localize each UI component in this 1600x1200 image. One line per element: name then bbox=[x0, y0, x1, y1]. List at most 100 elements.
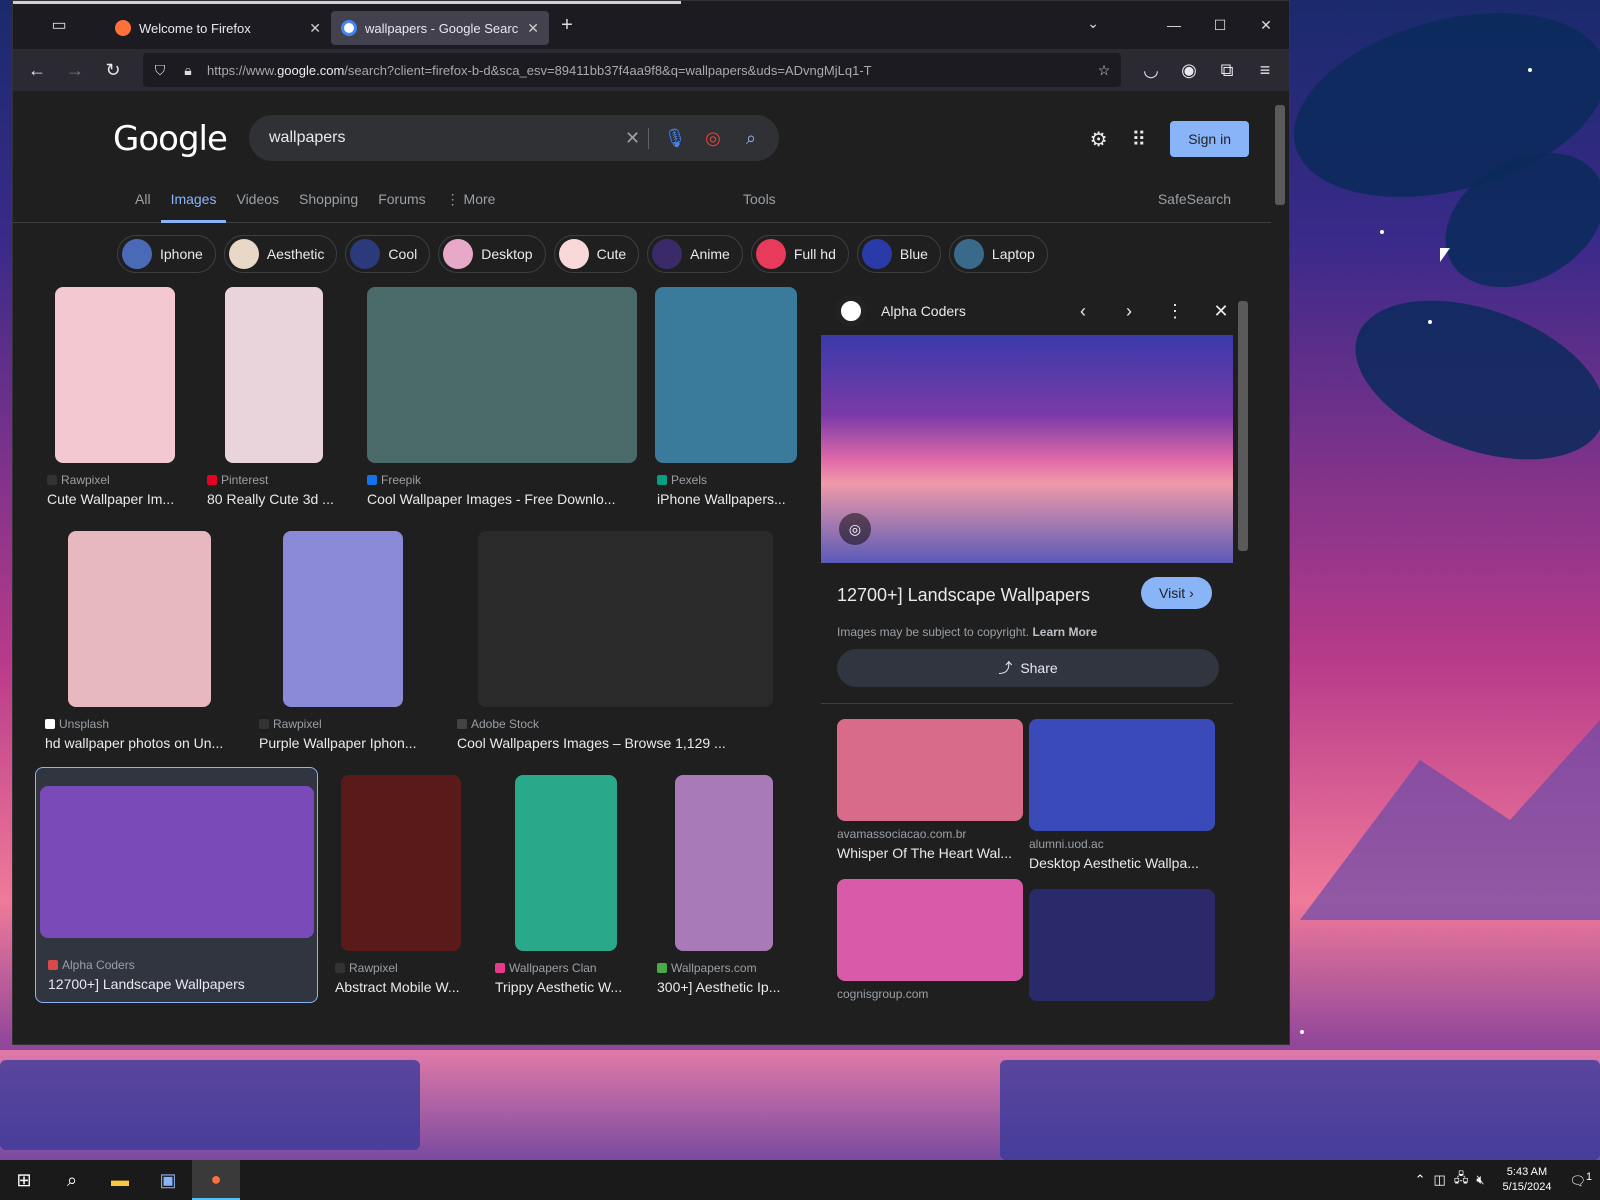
learn-more-link[interactable]: Learn More bbox=[1032, 625, 1097, 639]
image-result[interactable]: Rawpixel Abstract Mobile W... bbox=[331, 775, 481, 1011]
panel-site-name[interactable]: Alpha Coders bbox=[881, 303, 1053, 319]
search-box[interactable]: ✕ 🎙︎ ◎ ⌕ bbox=[249, 115, 779, 161]
search-icon[interactable]: ⌕ bbox=[739, 128, 763, 149]
preview-image[interactable]: ◎ bbox=[821, 335, 1233, 563]
result-source[interactable]: Rawpixel bbox=[335, 961, 398, 975]
tab-more[interactable]: ⋮ More bbox=[436, 183, 506, 223]
forward-arrow-icon[interactable]: → bbox=[59, 54, 91, 86]
close-window-icon[interactable]: ✕ bbox=[1243, 1, 1289, 49]
url-text[interactable]: https://www.google.com/search?client=fir… bbox=[207, 63, 1085, 78]
microphone-icon[interactable]: 🎙︎ bbox=[663, 128, 687, 149]
app-icon[interactable]: ▣ bbox=[144, 1160, 192, 1200]
page-scrollbar-thumb[interactable] bbox=[1275, 105, 1285, 205]
tab-videos[interactable]: Videos bbox=[226, 183, 289, 223]
result-title[interactable]: Trippy Aesthetic W... bbox=[495, 979, 630, 995]
image-result[interactable]: Rawpixel Purple Wallpaper Iphon... bbox=[255, 531, 430, 767]
result-title[interactable]: Cute Wallpaper Im... bbox=[47, 491, 197, 507]
settings-gear-icon[interactable]: ⚙ bbox=[1090, 127, 1108, 152]
close-tab-icon[interactable]: ✕ bbox=[527, 20, 539, 37]
volume-muted-icon[interactable]: 🔇︎ bbox=[1476, 1172, 1484, 1188]
chip-laptop[interactable]: Laptop bbox=[948, 235, 1048, 273]
lock-icon[interactable]: 🔒︎ bbox=[179, 62, 197, 79]
result-source[interactable]: Adobe Stock bbox=[457, 717, 539, 731]
result-source[interactable]: Rawpixel bbox=[47, 473, 110, 487]
tab-images[interactable]: Images bbox=[160, 183, 227, 223]
next-image-icon[interactable]: › bbox=[1113, 301, 1145, 322]
related-source[interactable]: avamassociacao.com.br bbox=[837, 827, 966, 841]
camera-icon[interactable]: ◫ bbox=[1434, 1172, 1446, 1188]
image-result[interactable]: Pexels iPhone Wallpapers... bbox=[653, 287, 798, 523]
chip-aesthetic[interactable]: Aesthetic bbox=[223, 235, 338, 273]
chip-blue[interactable]: Blue bbox=[856, 235, 941, 273]
chip-cool[interactable]: Cool bbox=[345, 235, 431, 273]
result-thumbnail[interactable] bbox=[341, 775, 461, 951]
result-title[interactable]: 300+] Aesthetic Ip... bbox=[657, 979, 792, 995]
result-thumbnail[interactable] bbox=[367, 287, 637, 463]
result-source[interactable]: Rawpixel bbox=[259, 717, 322, 731]
tab-all[interactable]: All bbox=[125, 183, 161, 223]
chip-desktop[interactable]: Desktop bbox=[438, 235, 546, 273]
result-title[interactable]: Purple Wallpaper Iphon... bbox=[259, 735, 434, 751]
account-icon[interactable]: ◉ bbox=[1173, 54, 1205, 86]
minimize-icon[interactable]: — bbox=[1151, 1, 1197, 49]
menu-hamburger-icon[interactable]: ≡ bbox=[1249, 54, 1281, 86]
result-source[interactable]: Pexels bbox=[657, 473, 707, 487]
google-apps-grid-icon[interactable]: ⠿ bbox=[1132, 127, 1147, 152]
tab-forums[interactable]: Forums bbox=[368, 183, 435, 223]
result-thumbnail[interactable] bbox=[515, 775, 617, 951]
result-source[interactable]: Alpha Coders bbox=[48, 958, 135, 972]
related-thumbnail[interactable] bbox=[1029, 719, 1215, 831]
result-thumbnail[interactable] bbox=[655, 287, 797, 463]
page-scrollbar[interactable] bbox=[1271, 91, 1289, 1044]
reload-icon[interactable]: ↻ bbox=[97, 54, 129, 86]
close-panel-icon[interactable]: ✕ bbox=[1205, 301, 1237, 322]
file-explorer-icon[interactable]: ▬ bbox=[96, 1160, 144, 1200]
previous-image-icon[interactable]: ‹ bbox=[1067, 301, 1099, 322]
related-thumbnail[interactable] bbox=[837, 719, 1023, 821]
tab-shopping[interactable]: Shopping bbox=[289, 183, 368, 223]
back-arrow-icon[interactable]: ← bbox=[21, 54, 53, 86]
clear-search-icon[interactable]: ✕ bbox=[625, 127, 649, 149]
chip-iphone[interactable]: Iphone bbox=[117, 235, 216, 273]
result-thumbnail[interactable] bbox=[40, 786, 314, 938]
list-all-tabs-icon[interactable]: ⌄ bbox=[1087, 15, 1099, 32]
image-result[interactable]: Adobe Stock Cool Wallpapers Images – Brow… bbox=[453, 531, 798, 767]
more-options-icon[interactable]: ⋮ bbox=[1159, 301, 1191, 322]
start-windows-icon[interactable]: ⊞ bbox=[0, 1160, 48, 1200]
result-title[interactable]: Cool Wallpapers Images – Browse 1,129 ..… bbox=[457, 735, 757, 751]
result-thumbnail[interactable] bbox=[478, 531, 773, 707]
lens-search-icon[interactable]: ◎ bbox=[839, 513, 871, 545]
result-title[interactable]: Abstract Mobile W... bbox=[335, 979, 470, 995]
result-thumbnail[interactable] bbox=[68, 531, 211, 707]
close-tab-icon[interactable]: ✕ bbox=[309, 20, 321, 37]
tab-wallpapers-google-search[interactable]: wallpapers - Google Search ✕ bbox=[331, 11, 549, 45]
related-source[interactable]: alumni.uod.ac bbox=[1029, 837, 1104, 851]
google-lens-icon[interactable]: ◎ bbox=[701, 128, 725, 149]
sign-in-button[interactable]: Sign in bbox=[1170, 121, 1249, 157]
chip-anime[interactable]: Anime bbox=[647, 235, 743, 273]
image-result[interactable]: Unsplash hd wallpaper photos on Un... bbox=[41, 531, 236, 767]
result-source[interactable]: Freepik bbox=[367, 473, 421, 487]
image-result[interactable]: Rawpixel Cute Wallpaper Im... bbox=[43, 287, 175, 523]
related-title[interactable]: Whisper Of The Heart Wal... bbox=[837, 845, 1023, 861]
result-thumbnail[interactable] bbox=[55, 287, 175, 463]
result-title[interactable]: 80 Really Cute 3d ... bbox=[207, 491, 357, 507]
extensions-icon[interactable]: ⧉ bbox=[1211, 54, 1243, 86]
result-title[interactable]: hd wallpaper photos on Un... bbox=[45, 735, 240, 751]
search-input[interactable] bbox=[269, 129, 611, 147]
panel-scrollbar[interactable] bbox=[1235, 287, 1251, 1032]
visit-button[interactable]: Visit › bbox=[1141, 577, 1212, 609]
related-thumbnail[interactable] bbox=[1029, 889, 1215, 1001]
preview-title[interactable]: 12700+] Landscape Wallpapers bbox=[837, 585, 1090, 606]
pocket-icon[interactable]: ◡ bbox=[1135, 54, 1167, 86]
google-logo[interactable]: Google bbox=[113, 119, 228, 159]
image-result[interactable]: Wallpapers Clan Trippy Aesthetic W... bbox=[491, 775, 646, 1011]
maximize-icon[interactable]: ☐ bbox=[1197, 1, 1243, 49]
notification-center-icon[interactable]: 🗨︎1 bbox=[1569, 1171, 1592, 1189]
new-tab-button[interactable]: + bbox=[549, 14, 585, 37]
network-icon[interactable]: 🖧︎ bbox=[1454, 1169, 1469, 1191]
result-thumbnail[interactable] bbox=[675, 775, 773, 951]
firefox-view-icon[interactable]: ▭ bbox=[13, 1, 105, 49]
related-thumbnail[interactable] bbox=[837, 879, 1023, 981]
result-thumbnail[interactable] bbox=[225, 287, 323, 463]
